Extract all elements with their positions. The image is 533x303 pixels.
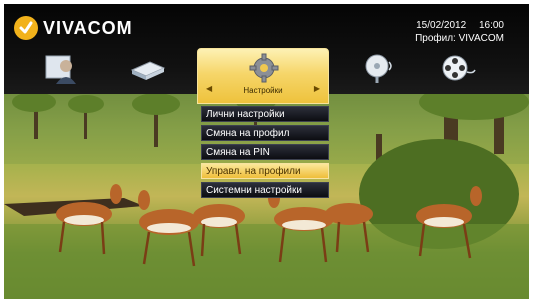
menu-item-manage-profiles[interactable]: Управл. на профили xyxy=(201,163,329,179)
satellite-dish-icon xyxy=(365,54,392,83)
user-icon xyxy=(45,55,76,84)
brand-logo: VIVACOM xyxy=(14,15,133,41)
menu-item-personal-settings[interactable]: Лични настройки xyxy=(201,106,329,122)
nav-item-settings-label: Настройки xyxy=(243,86,283,95)
nav-item-guide[interactable] xyxy=(128,52,168,84)
status-info: 15/02/2012 16:00 Профил: VIVACOM xyxy=(415,19,504,45)
settings-dropdown-menu: Лични настройки Смяна на профил Смяна на… xyxy=(201,106,329,201)
nav-item-settings[interactable]: ◀ ▶ Настройки xyxy=(197,48,329,104)
current-time: 16:00 xyxy=(478,20,504,31)
nav-item-profile[interactable] xyxy=(42,52,82,84)
film-reel-icon xyxy=(442,55,476,81)
menu-item-system-settings[interactable]: Системни настройки xyxy=(201,182,329,198)
profile-label: Профил: VIVACOM xyxy=(415,33,504,44)
settings-gear-icon xyxy=(249,53,279,83)
nav-item-movies[interactable] xyxy=(441,52,481,84)
brand-name: VIVACOM xyxy=(43,17,133,38)
nav-item-satellite[interactable] xyxy=(361,52,401,84)
header-bar: VIVACOM 15/02/2012 16:00 Профил: VIVACOM xyxy=(4,4,529,104)
current-date: 15/02/2012 xyxy=(416,20,467,31)
tv-screen: VIVACOM 15/02/2012 16:00 Профил: VIVACOM xyxy=(4,4,529,299)
check-logo-icon xyxy=(14,16,38,40)
book-icon xyxy=(130,61,166,80)
menu-item-change-pin[interactable]: Смяна на PIN xyxy=(201,144,329,160)
menu-item-change-profile[interactable]: Смяна на профил xyxy=(201,125,329,141)
